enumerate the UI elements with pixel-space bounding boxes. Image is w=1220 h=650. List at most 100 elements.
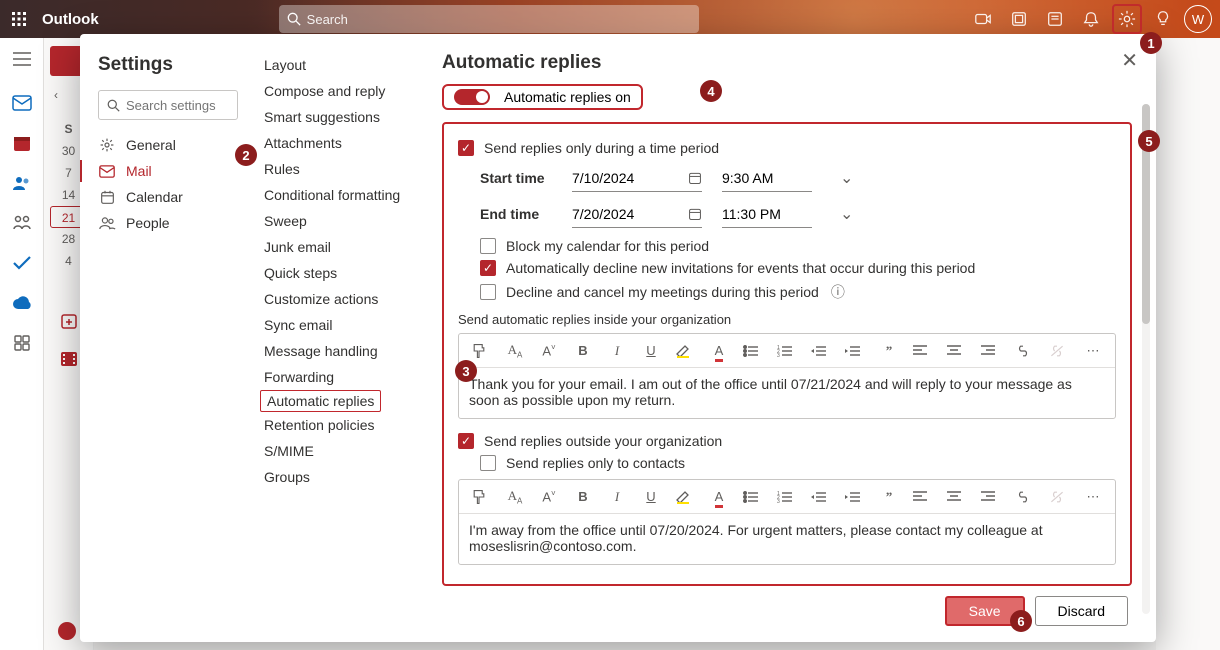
quote-icon[interactable]: ” bbox=[879, 343, 899, 359]
settings-search-input[interactable] bbox=[126, 98, 229, 113]
highlight-icon[interactable] bbox=[675, 490, 695, 504]
rail-calendar-icon[interactable] bbox=[11, 132, 33, 154]
nav-people[interactable]: People bbox=[98, 210, 238, 236]
block-calendar-checkbox[interactable] bbox=[480, 238, 496, 254]
bullets-icon[interactable] bbox=[743, 491, 763, 503]
italic-icon[interactable]: I bbox=[607, 343, 627, 359]
start-time-picker[interactable]: 9:30 AM bbox=[722, 164, 812, 192]
nav-general[interactable]: General bbox=[98, 132, 238, 158]
link-icon[interactable] bbox=[1015, 490, 1035, 504]
more-icon[interactable]: ⋯ bbox=[1083, 489, 1103, 505]
subnav-item[interactable]: Rules bbox=[250, 156, 418, 182]
film-icon[interactable] bbox=[60, 351, 78, 372]
auto-decline-checkbox[interactable] bbox=[480, 260, 496, 276]
highlight-icon[interactable] bbox=[675, 344, 695, 358]
start-date-picker[interactable]: 7/10/2024 bbox=[572, 164, 702, 192]
subnav-item[interactable]: Conditional formatting bbox=[250, 182, 418, 208]
quote-icon[interactable]: ” bbox=[879, 489, 899, 505]
settings-search[interactable] bbox=[98, 90, 238, 120]
subnav-item[interactable]: S/MIME bbox=[250, 438, 418, 464]
subnav-item[interactable]: Message handling bbox=[250, 338, 418, 364]
font-family-icon[interactable]: AA bbox=[505, 342, 525, 360]
global-search[interactable] bbox=[279, 5, 699, 33]
close-icon[interactable]: ✕ bbox=[1121, 48, 1138, 73]
subnav-item[interactable]: Compose and reply bbox=[250, 78, 418, 104]
outdent-icon[interactable] bbox=[811, 345, 831, 357]
rail-org-icon[interactable] bbox=[11, 212, 33, 234]
cancel-meetings-checkbox[interactable] bbox=[480, 284, 496, 300]
indent-icon[interactable] bbox=[845, 345, 865, 357]
numbering-icon[interactable]: 123 bbox=[777, 345, 797, 357]
discard-button[interactable]: Discard bbox=[1035, 596, 1128, 626]
underline-icon[interactable]: U bbox=[641, 343, 661, 358]
add-calendar-icon[interactable] bbox=[60, 312, 78, 335]
period-checkbox[interactable] bbox=[458, 140, 474, 156]
end-date-picker[interactable]: 7/20/2024 bbox=[572, 200, 702, 228]
rail-todo-icon[interactable] bbox=[11, 252, 33, 274]
subnav-item[interactable]: Quick steps bbox=[250, 260, 418, 286]
more-icon[interactable]: ⋯ bbox=[1083, 343, 1103, 359]
font-color-icon[interactable]: A bbox=[709, 489, 729, 504]
subnav-item[interactable]: Layout bbox=[250, 52, 418, 78]
align-center-icon[interactable] bbox=[947, 491, 967, 503]
chevron-down-icon[interactable]: ⌄ bbox=[840, 168, 853, 188]
italic-icon[interactable]: I bbox=[607, 489, 627, 505]
notifications-icon[interactable] bbox=[1076, 4, 1106, 34]
format-painter-icon[interactable] bbox=[471, 343, 491, 359]
bold-icon[interactable]: B bbox=[573, 489, 593, 504]
unlink-icon[interactable] bbox=[1049, 344, 1069, 358]
rail-apps-icon[interactable] bbox=[11, 332, 33, 354]
rail-onedrive-icon[interactable] bbox=[11, 292, 33, 314]
subnav-item[interactable]: Sweep bbox=[250, 208, 418, 234]
align-right-icon[interactable] bbox=[981, 491, 1001, 503]
outdent-icon[interactable] bbox=[811, 491, 831, 503]
format-painter-icon[interactable] bbox=[471, 489, 491, 505]
app-launcher-icon[interactable] bbox=[0, 12, 38, 26]
font-size-icon[interactable]: A˅ bbox=[539, 489, 559, 504]
subnav-item[interactable]: Junk email bbox=[250, 234, 418, 260]
outside-org-body[interactable]: I'm away from the office until 07/20/202… bbox=[459, 514, 1115, 564]
chevron-down-icon[interactable]: ⌄ bbox=[840, 204, 853, 224]
auto-reply-toggle[interactable] bbox=[454, 89, 490, 105]
rail-mail-icon[interactable] bbox=[11, 92, 33, 114]
subnav-item[interactable]: Smart suggestions bbox=[250, 104, 418, 130]
subnav-item[interactable]: Forwarding bbox=[250, 364, 418, 390]
align-left-icon[interactable] bbox=[913, 345, 933, 357]
subnav-item[interactable]: Sync email bbox=[250, 312, 418, 338]
align-left-icon[interactable] bbox=[913, 491, 933, 503]
underline-icon[interactable]: U bbox=[641, 489, 661, 504]
font-color-icon[interactable]: A bbox=[709, 343, 729, 358]
font-size-icon[interactable]: A˅ bbox=[539, 343, 559, 358]
subnav-item[interactable]: Customize actions bbox=[250, 286, 418, 312]
subnav-item[interactable]: Retention policies bbox=[250, 412, 418, 438]
account-avatar[interactable]: W bbox=[1184, 5, 1212, 33]
hamburger-icon[interactable] bbox=[11, 48, 33, 70]
settings-icon[interactable] bbox=[1112, 4, 1142, 34]
contacts-only-checkbox[interactable] bbox=[480, 455, 496, 471]
indent-icon[interactable] bbox=[845, 491, 865, 503]
align-center-icon[interactable] bbox=[947, 345, 967, 357]
tips-icon[interactable] bbox=[1148, 4, 1178, 34]
end-time-picker[interactable]: 11:30 PM bbox=[722, 200, 812, 228]
nav-calendar[interactable]: Calendar bbox=[98, 184, 238, 210]
info-icon[interactable]: ⓘ bbox=[831, 282, 845, 302]
subnav-item[interactable]: Attachments bbox=[250, 130, 418, 156]
link-icon[interactable] bbox=[1015, 344, 1035, 358]
unlink-icon[interactable] bbox=[1049, 490, 1069, 504]
numbering-icon[interactable]: 123 bbox=[777, 491, 797, 503]
bullets-icon[interactable] bbox=[743, 345, 763, 357]
notes-icon[interactable] bbox=[1040, 4, 1070, 34]
subnav-item-selected[interactable]: Automatic replies bbox=[260, 390, 381, 412]
meet-now-icon[interactable] bbox=[1004, 4, 1034, 34]
outside-org-checkbox[interactable] bbox=[458, 433, 474, 449]
align-right-icon[interactable] bbox=[981, 345, 1001, 357]
mini-cal-chevron-icon[interactable]: ‹ bbox=[54, 88, 58, 102]
font-family-icon[interactable]: AA bbox=[505, 488, 525, 506]
rail-people-icon[interactable] bbox=[11, 172, 33, 194]
global-search-input[interactable] bbox=[307, 12, 691, 27]
inside-org-body[interactable]: Thank you for your email. I am out of th… bbox=[459, 368, 1115, 418]
subnav-item[interactable]: Groups bbox=[250, 464, 418, 490]
teams-call-icon[interactable] bbox=[968, 4, 998, 34]
bold-icon[interactable]: B bbox=[573, 343, 593, 358]
nav-mail[interactable]: Mail bbox=[98, 158, 238, 184]
